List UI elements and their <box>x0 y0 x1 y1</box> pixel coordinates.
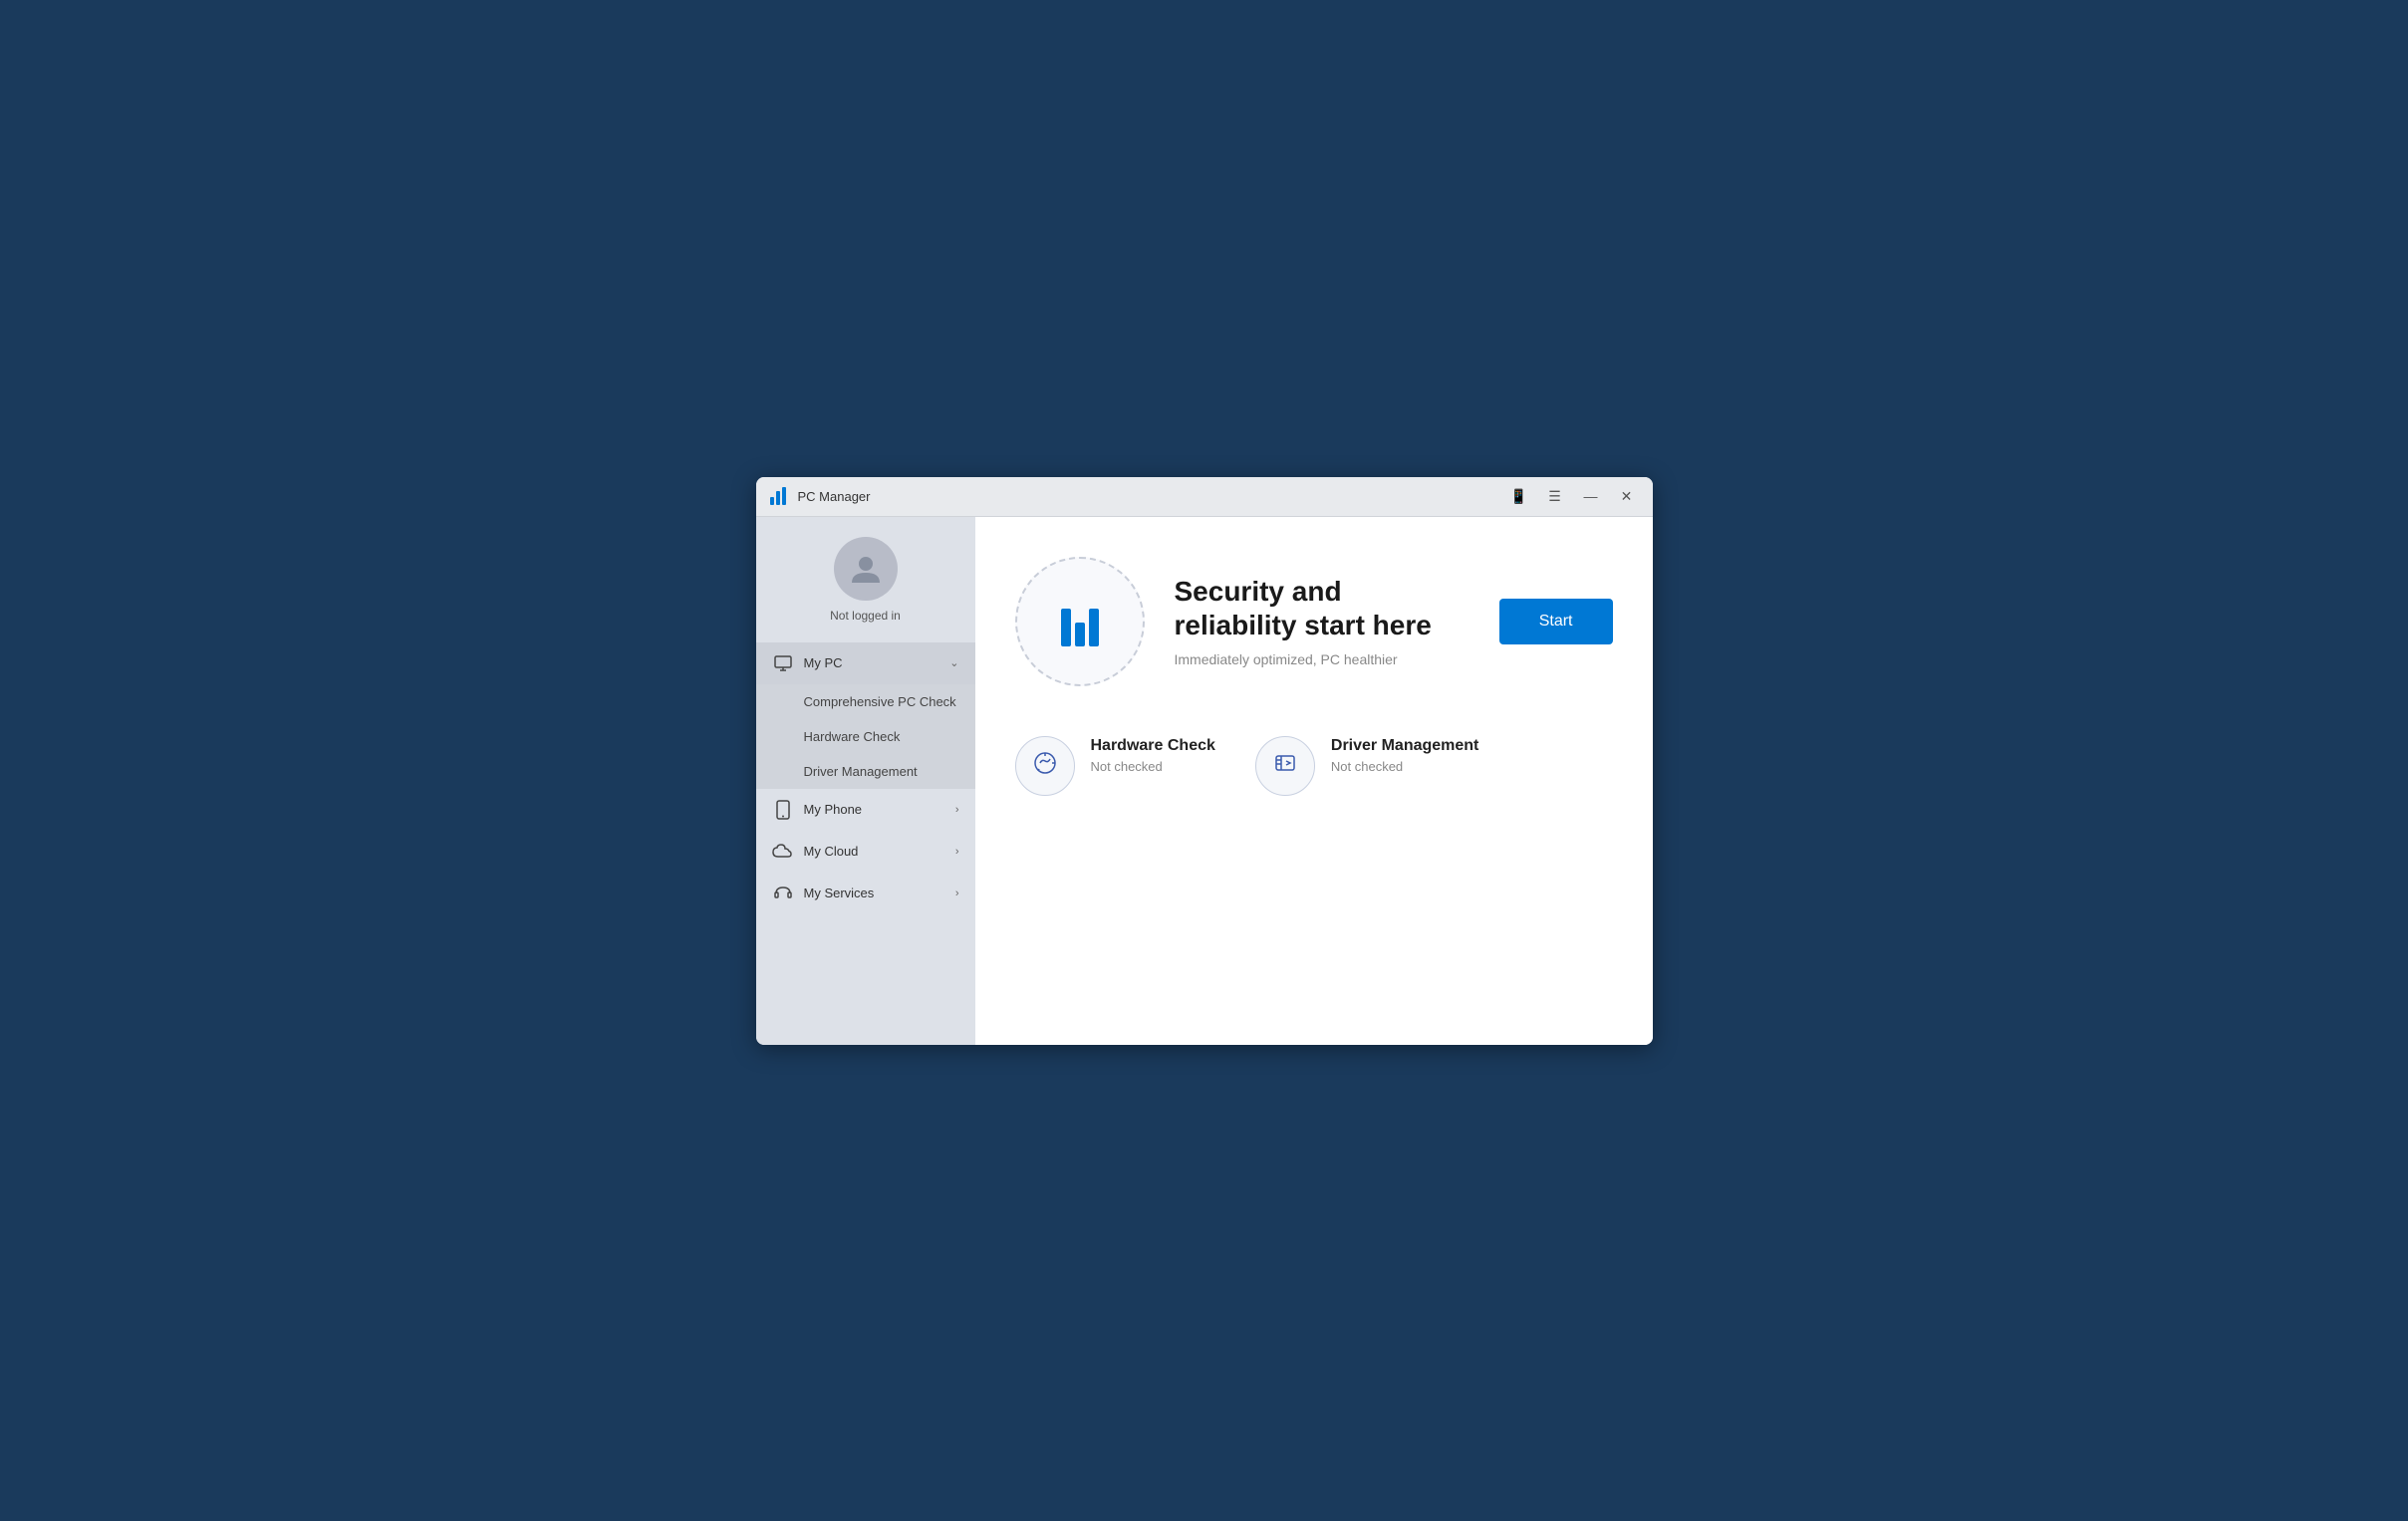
titlebar-logo: PC Manager <box>768 485 1505 507</box>
my-pc-label: My PC <box>804 655 940 670</box>
hardware-check-icon <box>1031 749 1059 783</box>
chevron-right-icon-phone: › <box>955 804 959 816</box>
hero-title: Security and reliability start here <box>1175 575 1470 641</box>
driver-management-icon-circle <box>1255 736 1315 796</box>
user-status-label: Not logged in <box>830 609 901 623</box>
hero-text: Security and reliability start here Imme… <box>1175 575 1470 667</box>
driver-management-status: Not checked <box>1331 759 1479 774</box>
hardware-check-card: Hardware Check Not checked <box>1015 736 1215 796</box>
driver-management-icon <box>1271 749 1299 783</box>
menu-button[interactable]: ☰ <box>1541 482 1569 510</box>
titlebar: PC Manager 📱 ☰ — ✕ <box>756 477 1653 517</box>
avatar <box>834 537 898 601</box>
sidebar-item-comprehensive-pc-check[interactable]: Comprehensive PC Check <box>756 684 975 719</box>
nav-section: My PC ⌄ Comprehensive PC Check Hardware … <box>756 642 975 1045</box>
hero-logo-circle <box>1015 557 1145 686</box>
minimize-icon: — <box>1584 488 1598 504</box>
minimize-button[interactable]: — <box>1577 482 1605 510</box>
monitor-icon <box>772 652 794 674</box>
logo-bar-3 <box>1089 609 1099 646</box>
my-phone-label: My Phone <box>804 802 945 817</box>
hardware-check-title: Hardware Check <box>1091 736 1215 755</box>
logo-bar-1 <box>1061 609 1071 646</box>
sidebar-item-my-phone[interactable]: My Phone › <box>756 789 975 831</box>
app-logo-icon <box>768 485 790 507</box>
chevron-right-icon-cloud: › <box>955 846 959 858</box>
chevron-down-icon: ⌄ <box>949 656 958 669</box>
hardware-check-text: Hardware Check Not checked <box>1091 736 1215 774</box>
main-layout: Not logged in My PC ⌄ <box>756 517 1653 1045</box>
user-section: Not logged in <box>756 537 975 642</box>
driver-management-text: Driver Management Not checked <box>1331 736 1479 774</box>
phone-nav-icon <box>772 799 794 821</box>
start-button[interactable]: Start <box>1499 599 1613 644</box>
sidebar-item-driver-management[interactable]: Driver Management <box>756 754 975 789</box>
sidebar-item-my-pc[interactable]: My PC ⌄ <box>756 642 975 684</box>
logo-bar-2 <box>1075 623 1085 646</box>
headset-icon <box>772 883 794 904</box>
my-cloud-label: My Cloud <box>804 844 945 859</box>
my-pc-subnav: Comprehensive PC Check Hardware Check Dr… <box>756 684 975 789</box>
titlebar-controls: 📱 ☰ — ✕ <box>1505 482 1641 510</box>
driver-management-title: Driver Management <box>1331 736 1479 755</box>
hero-section: Security and reliability start here Imme… <box>1015 557 1613 686</box>
close-icon: ✕ <box>1621 488 1633 505</box>
sidebar-item-hardware-check[interactable]: Hardware Check <box>756 719 975 754</box>
main-content: Security and reliability start here Imme… <box>975 517 1653 1045</box>
user-avatar-icon <box>848 551 884 587</box>
menu-icon: ☰ <box>1548 488 1561 505</box>
cloud-icon <box>772 841 794 863</box>
sidebar: Not logged in My PC ⌄ <box>756 517 975 1045</box>
cards-section: Hardware Check Not checked <box>1015 736 1613 796</box>
app-title: PC Manager <box>798 489 871 504</box>
close-button[interactable]: ✕ <box>1613 482 1641 510</box>
driver-management-card: Driver Management Not checked <box>1255 736 1479 796</box>
phone-button[interactable]: 📱 <box>1505 482 1533 510</box>
sidebar-item-my-services[interactable]: My Services › <box>756 873 975 914</box>
pcmanager-logo <box>1061 597 1099 646</box>
phone-icon: 📱 <box>1510 488 1527 505</box>
my-services-label: My Services <box>804 886 945 900</box>
chevron-right-icon-services: › <box>955 887 959 899</box>
app-window: PC Manager 📱 ☰ — ✕ <box>756 477 1653 1045</box>
hardware-check-icon-circle <box>1015 736 1075 796</box>
hero-subtitle: Immediately optimized, PC healthier <box>1175 651 1470 667</box>
hardware-check-status: Not checked <box>1091 759 1215 774</box>
sidebar-item-my-cloud[interactable]: My Cloud › <box>756 831 975 873</box>
